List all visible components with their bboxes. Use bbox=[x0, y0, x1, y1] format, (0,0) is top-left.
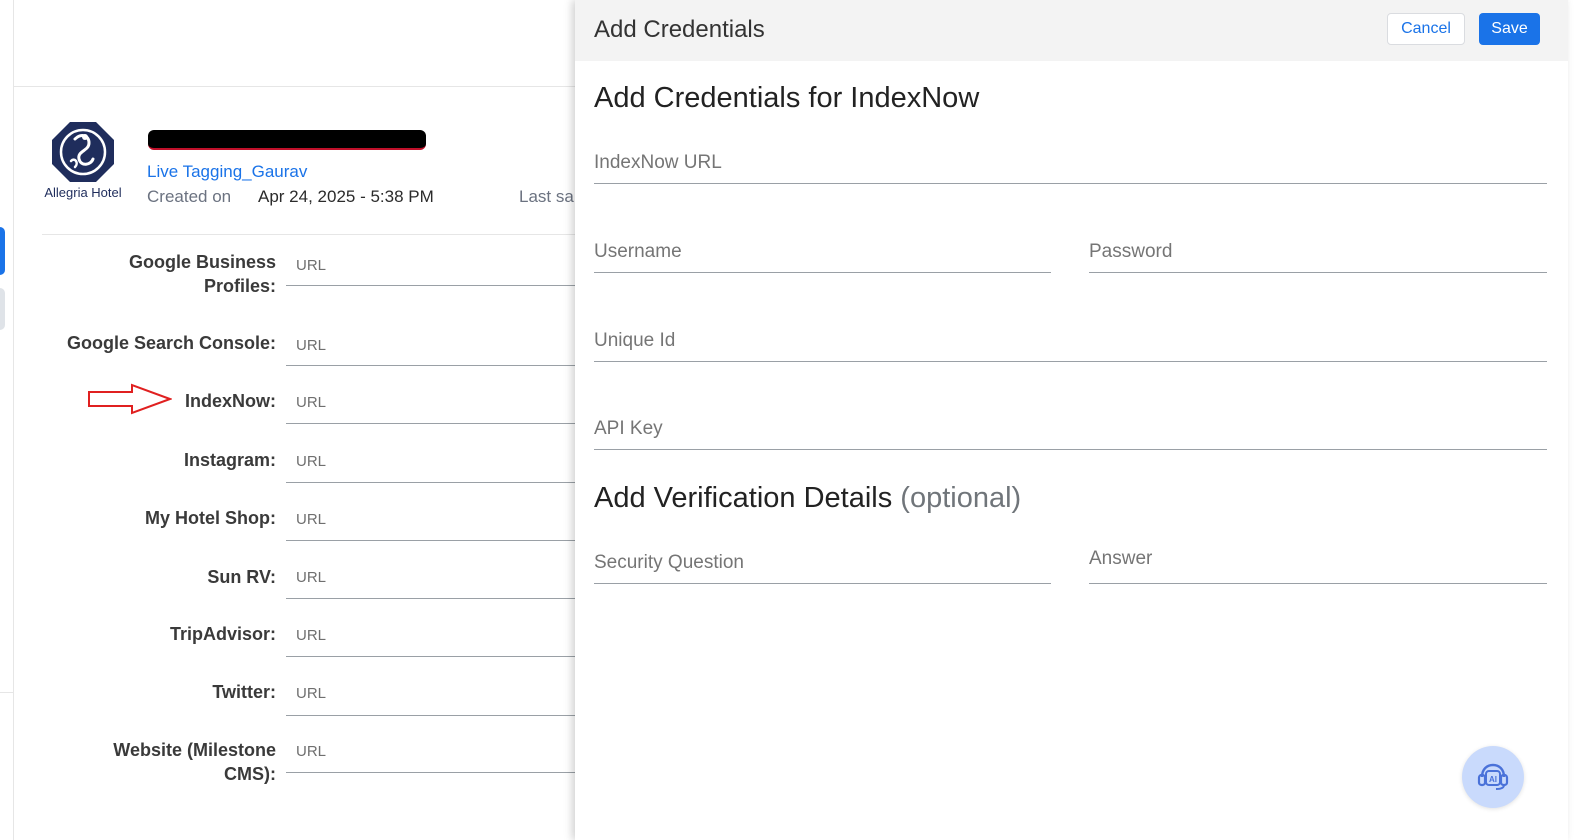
url-placeholder: URL bbox=[296, 394, 327, 411]
url-input[interactable]: URL bbox=[286, 622, 580, 657]
api-key-placeholder: API Key bbox=[594, 418, 663, 439]
rail-tab[interactable] bbox=[0, 288, 5, 330]
url-input[interactable]: URL bbox=[286, 250, 580, 286]
url-input[interactable]: URL bbox=[286, 331, 580, 366]
rail-divider bbox=[0, 692, 14, 693]
url-placeholder: URL bbox=[296, 257, 327, 274]
panel-title: Add Credentials bbox=[594, 16, 765, 43]
optional-label: (optional) bbox=[900, 482, 1022, 514]
field-label: My Hotel Shop: bbox=[145, 508, 276, 528]
hotel-logo-text: Allegria Hotel bbox=[44, 185, 122, 200]
rail-tab-active[interactable] bbox=[0, 227, 5, 275]
ai-headset-icon: AI bbox=[1477, 763, 1509, 790]
section-title-verification: Add Verification Details (optional) bbox=[594, 482, 1021, 515]
indexnow-url-field[interactable]: IndexNow URL bbox=[594, 144, 1547, 184]
hotel-logo-icon bbox=[52, 122, 114, 182]
password-placeholder: Password bbox=[1089, 241, 1173, 262]
hotel-logo: Allegria Hotel bbox=[42, 121, 124, 205]
url-placeholder: URL bbox=[296, 337, 327, 354]
ai-assistant-button[interactable]: AI bbox=[1462, 746, 1524, 808]
username-placeholder: Username bbox=[594, 241, 682, 262]
field-label: Website (Milestone CMS): bbox=[113, 738, 276, 786]
add-credentials-panel: Add Credentials Cancel Save Add Credenti… bbox=[575, 0, 1568, 840]
annotation-arrow-icon bbox=[88, 383, 172, 415]
redacted-hotel-name bbox=[148, 130, 426, 150]
url-input[interactable]: URL bbox=[286, 506, 580, 541]
password-field[interactable]: Password bbox=[1089, 233, 1547, 273]
created-on-value: Apr 24, 2025 - 5:38 PM bbox=[258, 187, 434, 206]
indexnow-url-placeholder: IndexNow URL bbox=[594, 152, 722, 173]
answer-field[interactable]: Answer bbox=[1089, 544, 1547, 584]
url-input[interactable]: URL bbox=[286, 680, 580, 716]
meta-divider bbox=[42, 234, 582, 235]
url-placeholder: URL bbox=[296, 453, 327, 470]
url-placeholder: URL bbox=[296, 627, 327, 644]
username-field[interactable]: Username bbox=[594, 233, 1051, 273]
security-question-placeholder: Security Question bbox=[594, 552, 744, 573]
field-label: TripAdvisor: bbox=[169, 624, 276, 644]
url-input[interactable]: URL bbox=[286, 738, 580, 773]
last-saved-label: Last sa bbox=[519, 187, 574, 206]
unique-id-field[interactable]: Unique Id bbox=[594, 322, 1547, 362]
field-label: Google Business Profiles: bbox=[129, 250, 276, 298]
field-label-line1: Website (Milestone bbox=[113, 740, 276, 760]
hotel-tag-link[interactable]: Live Tagging_Gaurav bbox=[147, 162, 307, 182]
field-label: Sun RV: bbox=[207, 567, 276, 587]
url-placeholder: URL bbox=[296, 685, 327, 702]
unique-id-placeholder: Unique Id bbox=[594, 330, 676, 351]
field-label-line1: Google Business bbox=[128, 252, 276, 272]
url-input[interactable]: URL bbox=[286, 389, 580, 424]
svg-text:AI: AI bbox=[1489, 775, 1497, 784]
section-title-verification-text: Add Verification Details bbox=[594, 482, 893, 514]
url-input[interactable]: URL bbox=[286, 448, 580, 483]
answer-placeholder: Answer bbox=[1089, 548, 1153, 569]
section-title-credentials: Add Credentials for IndexNow bbox=[594, 82, 980, 114]
url-input[interactable]: URL bbox=[286, 565, 580, 599]
header-divider bbox=[14, 86, 584, 87]
field-label: Google Search Console: bbox=[66, 333, 276, 353]
created-on-label: Created on bbox=[147, 187, 232, 206]
field-label-line2: CMS): bbox=[224, 764, 276, 784]
security-question-field[interactable]: Security Question bbox=[594, 544, 1051, 584]
url-placeholder: URL bbox=[296, 511, 327, 528]
field-label-line2: Profiles: bbox=[203, 276, 276, 296]
cancel-button[interactable]: Cancel bbox=[1387, 13, 1465, 45]
url-placeholder: URL bbox=[296, 569, 327, 586]
left-rail bbox=[0, 0, 14, 840]
field-label: Instagram: bbox=[183, 450, 276, 470]
field-label: Twitter: bbox=[212, 682, 276, 702]
panel-header: Add Credentials Cancel Save bbox=[575, 0, 1568, 61]
api-key-field[interactable]: API Key bbox=[594, 410, 1547, 450]
save-button[interactable]: Save bbox=[1479, 13, 1540, 45]
url-placeholder: URL bbox=[296, 743, 327, 760]
field-label: IndexNow: bbox=[184, 391, 276, 411]
